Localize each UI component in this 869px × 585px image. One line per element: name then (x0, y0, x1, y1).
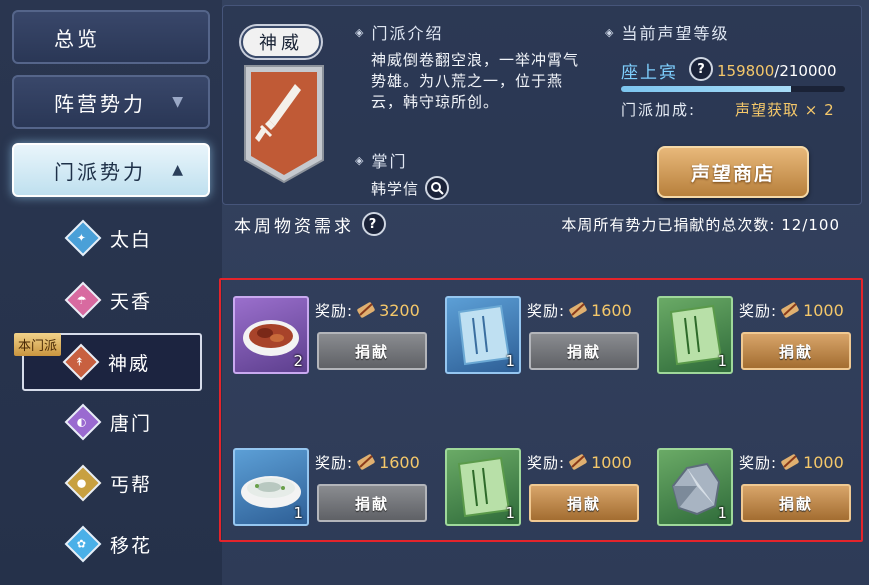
bonus-label: 门派加成: (621, 101, 697, 119)
donate-button[interactable]: 捐献 (317, 484, 427, 522)
help-icon[interactable]: ? (689, 57, 713, 81)
donation-cell: 1 奖励: 1600 捐献 (233, 448, 433, 528)
sword-icon: ✦ (64, 219, 102, 257)
sidebar-item-gaibang[interactable]: ● 丐帮 (0, 459, 222, 507)
intro-title: ◈ 门派介绍 (355, 24, 444, 43)
tab-overview-label: 总览 (54, 26, 100, 51)
spear-icon: ↟ (62, 343, 100, 381)
reputation-token-icon (357, 302, 375, 318)
tab-school-forces[interactable]: 门派势力 ▲ (12, 143, 210, 197)
reputation-progress-fill (621, 86, 792, 92)
sidebar-item-tianxiang[interactable]: ☂ 天香 (0, 276, 222, 324)
sidebar-item-label: 太白 (110, 228, 153, 251)
sidebar-item-label: 天香 (110, 290, 153, 313)
main-panel: 神威 ◈ 门派介绍 神威倒卷翻空浪，一举冲霄气势雄。为八荒之一，位于燕云，韩守琼… (219, 0, 869, 585)
leader-name: 韩学信 (371, 176, 450, 200)
reputation-value: 159800/210000 (717, 62, 837, 80)
reward-line: 奖励: 3200 (315, 300, 420, 320)
sidebar-item-yihua[interactable]: ✿ 移花 (0, 520, 222, 568)
tab-camp-forces-label: 阵营势力 (54, 91, 146, 116)
reputation-token-icon (569, 454, 587, 470)
donate-button[interactable]: 捐献 (317, 332, 427, 370)
reward-line: 奖励: 1000 (739, 300, 844, 320)
reputation-token-icon (569, 302, 587, 318)
chevron-up-icon: ▲ (172, 162, 186, 178)
sidebar-item-label: 唐门 (110, 412, 153, 435)
item-slot[interactable]: 2 (233, 296, 309, 374)
sidebar: 总览 阵营势力 ▼ 门派势力 ▲ ✦ 太白 ☂ 天香 ↟ 神威 本门派 ◐ 唐门… (0, 0, 222, 585)
fan-icon: ◐ (64, 403, 102, 441)
chevron-down-icon: ▼ (172, 94, 186, 110)
item-quantity: 1 (293, 504, 303, 522)
reputation-progress-bar (621, 86, 845, 92)
umbrella-icon: ☂ (64, 281, 102, 319)
donate-button[interactable]: 捐献 (529, 332, 639, 370)
item-slot[interactable]: 1 (445, 296, 521, 374)
sidebar-item-label: 丐帮 (110, 473, 153, 496)
item-quantity: 2 (293, 352, 303, 370)
donation-cell: 1 奖励: 1000 捐献 (657, 296, 857, 376)
own-school-badge: 本门派 (14, 333, 62, 356)
search-icon[interactable] (425, 176, 450, 200)
donate-button[interactable]: 捐献 (741, 332, 851, 370)
weekly-demand-title: 本周物资需求 ? (234, 212, 386, 237)
item-slot[interactable]: 1 (657, 296, 733, 374)
donation-cell: 1 奖励: 1600 捐献 (445, 296, 645, 376)
reputation-token-icon (781, 302, 799, 318)
school-banner-icon (244, 65, 324, 184)
donation-cell: 1 奖励: 1000 捐献 (445, 448, 645, 528)
bullet-icon: ◈ (605, 25, 616, 39)
reputation-shop-button[interactable]: 声望商店 (657, 146, 809, 198)
school-name-plate: 神威 (241, 26, 321, 58)
sidebar-item-label: 神威 (108, 352, 151, 375)
donate-button[interactable]: 捐献 (741, 484, 851, 522)
gourd-icon: ● (64, 464, 102, 502)
weekly-donation-count: 本周所有势力已捐献的总次数: 12/100 (561, 215, 840, 234)
item-slot[interactable]: 1 (445, 448, 521, 526)
bullet-icon: ◈ (355, 153, 366, 167)
weekly-demand-bar: 本周物资需求 ? 本周所有势力已捐献的总次数: 12/100 (222, 206, 862, 242)
reward-line: 奖励: 1600 (527, 300, 632, 320)
item-slot[interactable]: 1 (657, 448, 733, 526)
sidebar-item-taibai[interactable]: ✦ 太白 (0, 214, 222, 262)
item-quantity: 1 (717, 504, 727, 522)
reward-line: 奖励: 1600 (315, 452, 420, 472)
tab-overview[interactable]: 总览 (12, 10, 210, 64)
help-icon[interactable]: ? (362, 212, 386, 236)
flower-icon: ✿ (64, 525, 102, 563)
item-quantity: 1 (717, 352, 727, 370)
reputation-rank: 座上宾 (621, 63, 678, 83)
tab-school-forces-label: 门派势力 (54, 159, 146, 184)
donate-button[interactable]: 捐献 (529, 484, 639, 522)
bullet-icon: ◈ (355, 25, 366, 39)
item-slot[interactable]: 1 (233, 448, 309, 526)
tab-camp-forces[interactable]: 阵营势力 ▼ (12, 75, 210, 129)
reward-line: 奖励: 1000 (739, 452, 844, 472)
reward-line: 奖励: 1000 (527, 452, 632, 472)
item-quantity: 1 (505, 504, 515, 522)
school-description: 神威倒卷翻空浪，一举冲霄气势雄。为八荒之一，位于燕云，韩守琼所创。 (371, 51, 580, 111)
donation-cell: 1 奖励: 1000 捐献 (657, 448, 857, 528)
reputation-token-icon (357, 454, 375, 470)
reputation-title: ◈ 当前声望等级 (605, 24, 730, 43)
sidebar-item-tangmen[interactable]: ◐ 唐门 (0, 398, 222, 446)
reputation-token-icon (781, 454, 799, 470)
item-quantity: 1 (505, 352, 515, 370)
school-info-panel: 神威 ◈ 门派介绍 神威倒卷翻空浪，一举冲霄气势雄。为八荒之一，位于燕云，韩守琼… (222, 5, 862, 205)
donation-cell: 2 奖励: 3200 捐献 (233, 296, 433, 376)
leader-title: ◈ 掌门 (355, 152, 408, 171)
bonus-value: 声望获取 × 2 (735, 101, 835, 119)
sidebar-item-label: 移花 (110, 534, 153, 557)
